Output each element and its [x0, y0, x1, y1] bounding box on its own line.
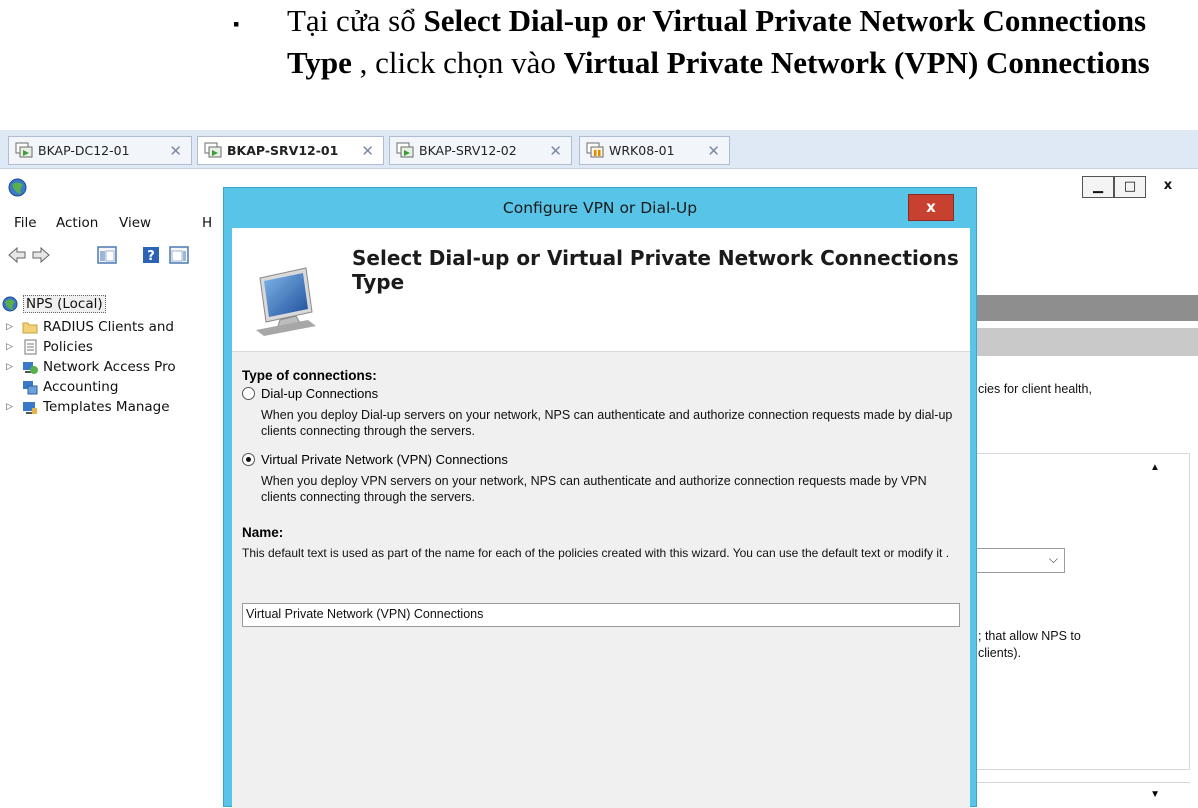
- tree-node-label: Policies: [43, 339, 93, 355]
- policy-name-field[interactable]: Virtual Private Network (VPN) Connection…: [242, 603, 960, 627]
- tree-node-radius-clients[interactable]: ▷ RADIUS Clients and: [6, 317, 174, 337]
- expand-arrow-icon[interactable]: ▷: [6, 402, 18, 412]
- nps-icon: [8, 178, 27, 197]
- console-tree: NPS (Local) ▷ RADIUS Clients and ▷ Polic…: [0, 274, 230, 807]
- nps-icon: [2, 296, 18, 312]
- policies-icon: [22, 339, 38, 355]
- chevron-down-icon: ⌵: [1048, 552, 1058, 566]
- expand-arrow-icon[interactable]: ▷: [6, 342, 18, 352]
- radio-vpn[interactable]: Virtual Private Network (VPN) Connection…: [242, 452, 508, 467]
- vm-paused-icon: [586, 142, 604, 159]
- help-icon[interactable]: ?: [140, 244, 162, 266]
- tab-bkap-srv12-02[interactable]: BKAP-SRV12-02 ✕: [389, 136, 572, 165]
- tab-wrk08-01[interactable]: WRK08-01 ✕: [579, 136, 730, 165]
- close-icon[interactable]: ✕: [549, 142, 562, 160]
- dialog-close-button[interactable]: x: [908, 194, 954, 221]
- wizard-content: Type of connections: Dial-up Connections…: [232, 352, 970, 808]
- show-hide-action-pane-icon[interactable]: [168, 244, 190, 266]
- maximize-button[interactable]: □: [1114, 176, 1146, 198]
- tree-node-network-access-protection[interactable]: ▷ Network Access Pro: [6, 357, 176, 377]
- collapse-arrow-icon[interactable]: ▲: [1150, 462, 1160, 473]
- menu-file[interactable]: File: [14, 215, 37, 231]
- tree-node-nps-local[interactable]: NPS (Local): [2, 294, 106, 314]
- radio-label: Virtual Private Network (VPN) Connection…: [261, 452, 508, 467]
- templates-icon: [22, 399, 38, 415]
- tab-label: WRK08-01: [609, 143, 675, 158]
- tab-bkap-srv12-01[interactable]: BKAP-SRV12-01 ✕: [197, 136, 384, 165]
- dialog-title: Configure VPN or Dial-Up: [502, 199, 698, 217]
- vm-tab-bar: BKAP-DC12-01 ✕ BKAP-SRV12-01 ✕ BKAP-SRV1…: [0, 130, 1198, 169]
- tree-node-label: NPS (Local): [23, 295, 106, 313]
- network-access-protection-icon: [22, 359, 38, 375]
- name-label: Name:: [242, 525, 284, 540]
- show-hide-console-tree-icon[interactable]: [96, 244, 118, 266]
- dialog-body: Select Dial-up or Virtual Private Networ…: [232, 228, 970, 808]
- vm-icon: [15, 142, 33, 159]
- instruction-prefix: Tại cửa sổ: [287, 3, 424, 38]
- computer-monitor-icon: [250, 264, 328, 338]
- close-icon[interactable]: ✕: [707, 142, 720, 160]
- details-text-client-health: cies for client health,: [978, 382, 1092, 396]
- accounting-icon: [22, 379, 38, 395]
- expand-arrow-icon[interactable]: ▷: [6, 322, 18, 332]
- folder-icon: [22, 319, 38, 335]
- expand-arrow-icon[interactable]: ▼: [1150, 789, 1160, 800]
- menu-view[interactable]: View: [119, 215, 151, 231]
- details-text-allow-nps: ; that allow NPS to: [978, 629, 1081, 643]
- details-header-dark: [975, 295, 1198, 321]
- menu-action[interactable]: Action: [56, 215, 98, 231]
- instruction-text: Tại cửa sổ Select Dial-up or Virtual Pri…: [287, 0, 1192, 84]
- details-dropdown[interactable]: ⌵: [975, 548, 1065, 573]
- menu-help[interactable]: H: [202, 215, 212, 231]
- instruction-middle: , click chọn vào: [351, 45, 564, 80]
- close-icon[interactable]: ✕: [169, 142, 182, 160]
- details-panel: [975, 453, 1190, 770]
- minimize-button[interactable]: ▁: [1082, 176, 1114, 198]
- close-icon[interactable]: ✕: [361, 142, 374, 160]
- vm-icon: [204, 142, 222, 159]
- dial-up-description: When you deploy Dial-up servers on your …: [261, 408, 953, 438]
- tab-bkap-dc12-01[interactable]: BKAP-DC12-01 ✕: [8, 136, 192, 165]
- instruction-area: ▪ Tại cửa sổ Select Dial-up or Virtual P…: [0, 0, 1198, 128]
- wizard-heading: Select Dial-up or Virtual Private Networ…: [352, 246, 959, 294]
- vm-icon: [396, 142, 414, 159]
- name-description: This default text is used as part of the…: [242, 546, 950, 560]
- tree-node-label: Network Access Pro: [43, 359, 176, 375]
- bullet-marker: ▪: [233, 14, 240, 34]
- type-of-connections-label: Type of connections:: [242, 368, 377, 383]
- vpn-description: When you deploy VPN servers on your netw…: [261, 474, 927, 504]
- back-arrow-icon[interactable]: [6, 244, 28, 266]
- radio-label: Dial-up Connections: [261, 386, 379, 401]
- tab-label: BKAP-SRV12-02: [419, 143, 517, 158]
- instruction-option-name: Virtual Private Network (VPN) Connection…: [563, 45, 1150, 80]
- tree-node-accounting[interactable]: Accounting: [22, 377, 118, 397]
- tab-label: BKAP-DC12-01: [38, 143, 130, 158]
- tree-node-label: Templates Manage: [43, 399, 170, 415]
- tab-label: BKAP-SRV12-01: [227, 143, 339, 158]
- forward-arrow-icon[interactable]: [30, 244, 52, 266]
- details-header-light: [975, 328, 1198, 356]
- tree-node-label: RADIUS Clients and: [43, 319, 174, 335]
- tree-node-label: Accounting: [43, 379, 119, 395]
- configure-vpn-dialog: Configure VPN or Dial-Up x Select Dial-u…: [223, 187, 977, 808]
- radio-button[interactable]: [242, 387, 255, 400]
- close-button[interactable]: x: [1152, 176, 1184, 198]
- details-section-bottom: ▼: [975, 782, 1190, 807]
- tree-node-policies[interactable]: ▷ Policies: [6, 337, 93, 357]
- radio-button-selected[interactable]: [242, 453, 255, 466]
- wizard-header: Select Dial-up or Virtual Private Networ…: [232, 228, 970, 352]
- svg-text:?: ?: [147, 249, 155, 264]
- radio-dial-up[interactable]: Dial-up Connections: [242, 386, 378, 401]
- tree-node-templates-management[interactable]: ▷ Templates Manage: [6, 397, 170, 417]
- details-text-clients: clients).: [978, 646, 1022, 660]
- expand-arrow-icon[interactable]: ▷: [6, 362, 18, 372]
